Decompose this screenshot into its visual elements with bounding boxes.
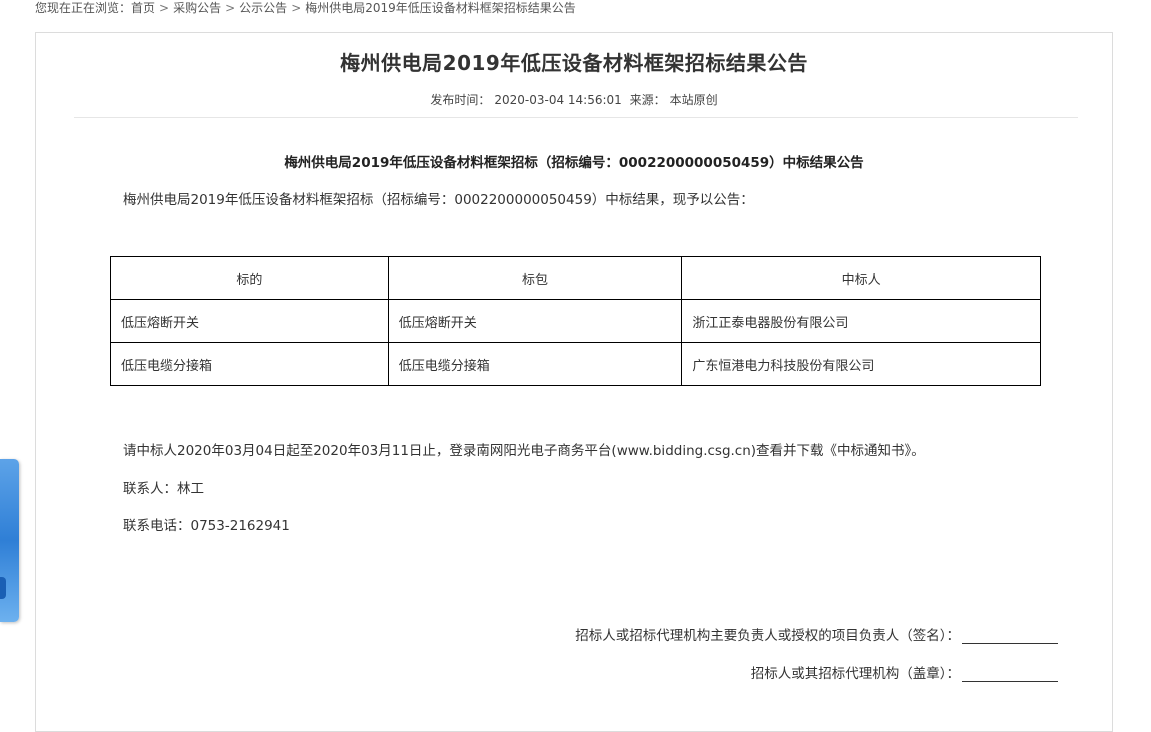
cell-winner: 浙江正泰电器股份有限公司 xyxy=(681,299,1041,343)
header-winner: 中标人 xyxy=(681,256,1041,300)
cell-lot: 低压电缆分接箱 xyxy=(387,342,683,386)
download-notice: 请中标人2020年03月04日起至2020年03月11日止，登录南网阳光电子商务… xyxy=(123,443,925,459)
seal-blank xyxy=(962,667,1058,682)
publish-time: 2020-03-04 14:56:01 xyxy=(494,93,622,107)
article-title: 梅州供电局2019年低压设备材料框架招标结果公告 xyxy=(340,51,808,75)
signature-blank xyxy=(962,629,1058,644)
header-lot: 标包 xyxy=(387,256,683,300)
floating-side-tab[interactable] xyxy=(0,459,19,622)
title-divider xyxy=(74,117,1078,118)
cell-lot: 低压熔断开关 xyxy=(387,299,683,343)
breadcrumb-current: 梅州供电局2019年低压设备材料框架招标结果公告 xyxy=(305,1,576,15)
source-value: 本站原创 xyxy=(669,93,718,107)
breadcrumb-separator: > xyxy=(291,1,302,15)
signature-line-responsible: 招标人或招标代理机构主要负责人或授权的项目负责人（签名）： xyxy=(575,624,1058,644)
breadcrumb-prefix: 您现在正在浏览： xyxy=(35,1,132,15)
signature-label-responsible: 招标人或招标代理机构主要负责人或授权的项目负责人（签名）： xyxy=(575,628,960,644)
article-intro: 梅州供电局2019年低压设备材料框架招标（招标编号：00022000000504… xyxy=(123,192,754,208)
side-tab-handle[interactable] xyxy=(0,577,6,599)
table-row: 低压电缆分接箱 低压电缆分接箱 广东恒港电力科技股份有限公司 xyxy=(110,342,1041,386)
breadcrumb: 您现在正在浏览：首页 > 采购公告 > 公示公告 > 梅州供电局2019年低压设备材料框架招… xyxy=(35,0,576,16)
breadcrumb-procurement-link[interactable]: 采购公告 xyxy=(173,1,221,15)
source-label: 来源： xyxy=(629,93,666,107)
cell-subject: 低压电缆分接箱 xyxy=(110,342,389,386)
table-row: 低压熔断开关 低压熔断开关 浙江正泰电器股份有限公司 xyxy=(110,299,1041,343)
signature-line-seal: 招标人或其招标代理机构（盖章）： xyxy=(751,662,1058,682)
signature-label-seal: 招标人或其招标代理机构（盖章）： xyxy=(750,666,960,682)
article-subheading: 梅州供电局2019年低压设备材料框架招标（招标编号：00022000000504… xyxy=(284,155,864,171)
breadcrumb-announcements-link[interactable]: 公示公告 xyxy=(239,1,287,15)
breadcrumb-separator: > xyxy=(225,1,236,15)
cell-winner: 广东恒港电力科技股份有限公司 xyxy=(681,342,1041,386)
contact-phone: 联系电话：0753-2162941 xyxy=(123,518,290,534)
breadcrumb-home-link[interactable]: 首页 xyxy=(131,1,155,15)
cell-subject: 低压熔断开关 xyxy=(110,299,389,343)
table-header-row: 标的 标包 中标人 xyxy=(110,256,1041,300)
article-panel: 梅州供电局2019年低压设备材料框架招标结果公告 发布时间： 2020-03-04… xyxy=(35,32,1113,732)
publish-time-label: 发布时间： xyxy=(430,93,491,107)
article-meta: 发布时间： 2020-03-04 14:56:01 来源： 本站原创 xyxy=(36,91,1112,108)
breadcrumb-separator: > xyxy=(159,1,170,15)
header-subject: 标的 xyxy=(110,256,389,300)
contact-person: 联系人：林工 xyxy=(123,481,204,497)
award-result-table: 标的 标包 中标人 低压熔断开关 低压熔断开关 浙江正泰电器股份有限公司 低压电… xyxy=(110,256,1041,386)
